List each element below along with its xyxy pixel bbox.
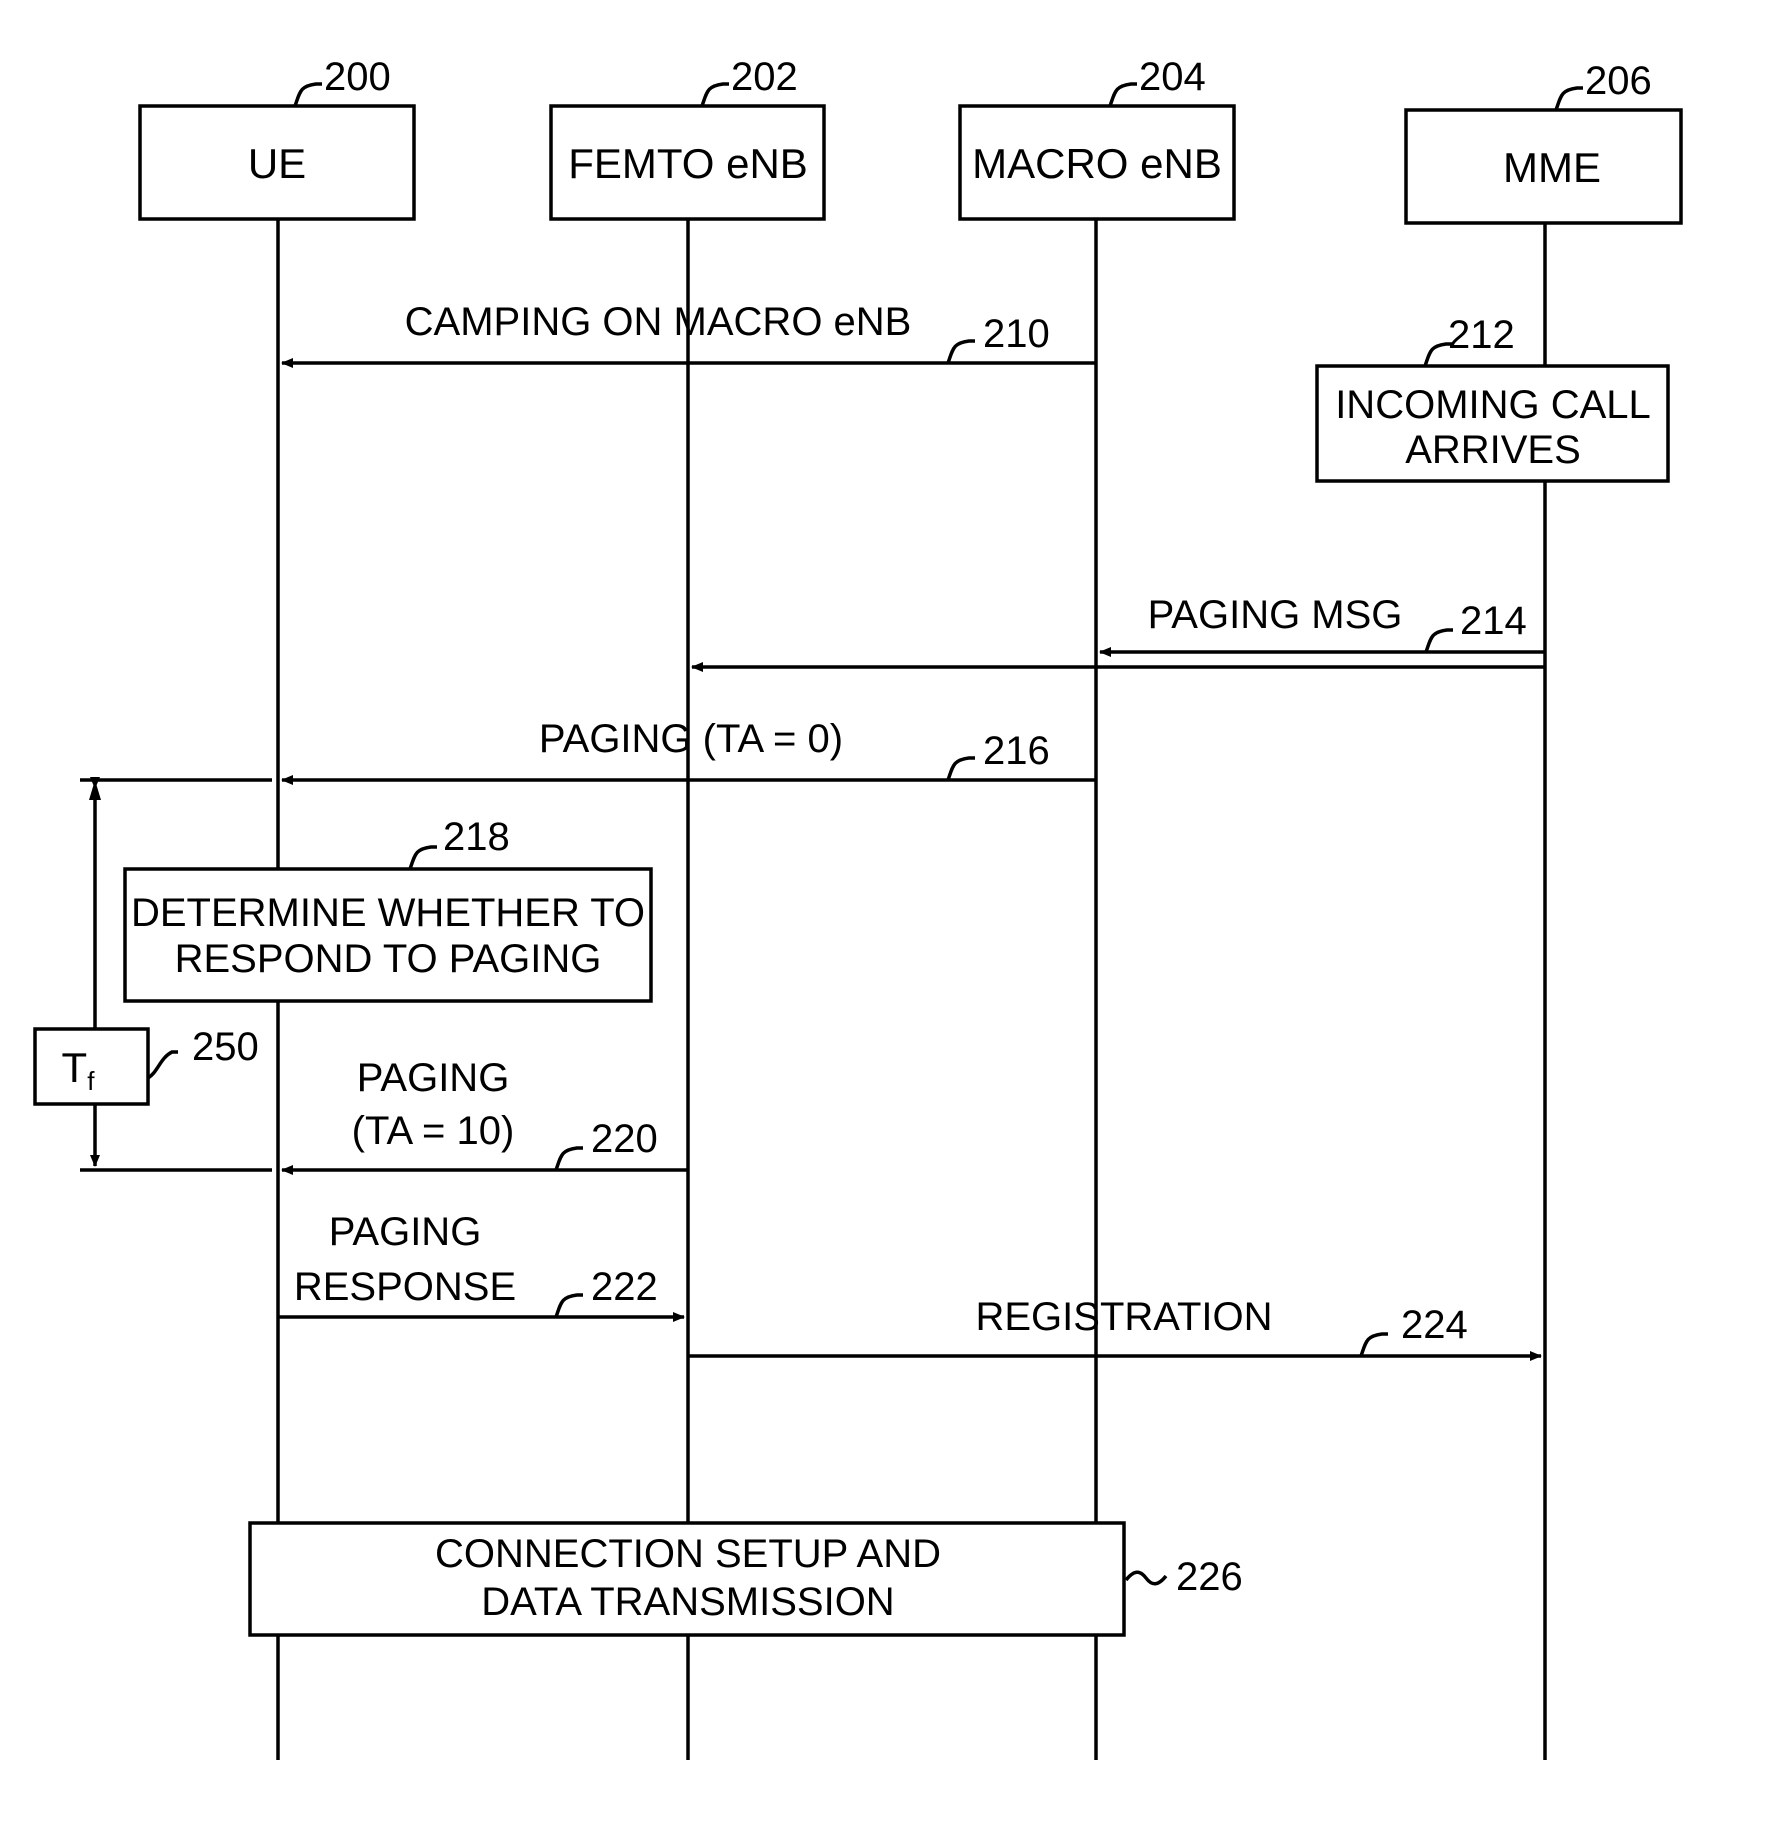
- message-214-label: PAGING MSG: [1148, 593, 1403, 637]
- message-220: PAGING (TA = 10) 220: [281, 1056, 688, 1175]
- message-216-label: PAGING (TA = 0): [539, 717, 843, 761]
- leader-line: [1108, 82, 1137, 107]
- ref-220: 220: [591, 1117, 658, 1161]
- note-212-line-2: ARRIVES: [1405, 428, 1581, 472]
- timer-arrowhead-up-icon: [89, 780, 101, 800]
- leader-line: [946, 756, 975, 781]
- participant-macro-enb: MACRO eNB 204: [958, 55, 1236, 221]
- leader-line: [146, 1050, 178, 1080]
- message-214: PAGING MSG 214: [691, 593, 1545, 672]
- message-220-line-2: (TA = 10): [352, 1109, 515, 1153]
- leader-line: [554, 1146, 583, 1171]
- message-220-line-1: PAGING: [357, 1056, 510, 1100]
- note-212-line-1: INCOMING CALL: [1335, 383, 1651, 427]
- leader-line: [1124, 1570, 1168, 1586]
- sequence-diagram: UE 200 FEMTO eNB 202 MACRO eNB 204 MME 2…: [33, 55, 1683, 1760]
- ref-214: 214: [1460, 599, 1527, 643]
- note-226-line-1: CONNECTION SETUP AND: [435, 1532, 941, 1576]
- participant-mme-label: MME: [1503, 144, 1601, 191]
- participant-femto-enb-label: FEMTO eNB: [568, 140, 808, 187]
- ref-218: 218: [443, 815, 510, 859]
- leader-line: [1554, 86, 1583, 111]
- leader-line: [408, 845, 437, 870]
- note-212: INCOMING CALL ARRIVES 212: [1315, 313, 1670, 483]
- leader-line: [946, 339, 975, 364]
- note-226-line-2: DATA TRANSMISSION: [481, 1580, 894, 1624]
- participant-ue-label: UE: [248, 140, 306, 187]
- message-222: PAGING RESPONSE 222: [278, 1210, 685, 1322]
- ref-204: 204: [1139, 55, 1206, 99]
- note-218-line-2: RESPOND TO PAGING: [175, 937, 602, 981]
- note-218: DETERMINE WHETHER TO RESPOND TO PAGING 2…: [123, 815, 653, 1003]
- message-222-line-1: PAGING: [329, 1210, 482, 1254]
- ref-250: 250: [192, 1025, 259, 1069]
- ref-202: 202: [731, 55, 798, 99]
- ref-216: 216: [983, 729, 1050, 773]
- ref-226: 226: [1176, 1555, 1243, 1599]
- note-218-line-1: DETERMINE WHETHER TO: [131, 891, 645, 935]
- note-226: CONNECTION SETUP AND DATA TRANSMISSION 2…: [248, 1521, 1243, 1637]
- participant-ue: UE 200: [138, 55, 416, 221]
- leader-line: [700, 82, 729, 107]
- ref-200: 200: [324, 55, 391, 99]
- message-222-line-2: RESPONSE: [294, 1265, 516, 1309]
- participant-mme: MME 206: [1404, 59, 1683, 225]
- leader-line: [1424, 628, 1453, 653]
- ref-222: 222: [591, 1265, 658, 1309]
- leader-line: [554, 1293, 583, 1318]
- ref-206: 206: [1585, 59, 1652, 103]
- participant-femto-enb: FEMTO eNB 202: [549, 55, 826, 221]
- ref-212: 212: [1448, 313, 1515, 357]
- message-210-label: CAMPING ON MACRO eNB: [405, 300, 912, 344]
- ref-210: 210: [983, 312, 1050, 356]
- message-224-label: REGISTRATION: [975, 1295, 1272, 1339]
- participant-macro-enb-label: MACRO eNB: [972, 140, 1222, 187]
- leader-line: [293, 82, 322, 107]
- leader-line: [1359, 1332, 1388, 1357]
- message-224: REGISTRATION 224: [688, 1295, 1542, 1361]
- ref-224: 224: [1401, 1303, 1468, 1347]
